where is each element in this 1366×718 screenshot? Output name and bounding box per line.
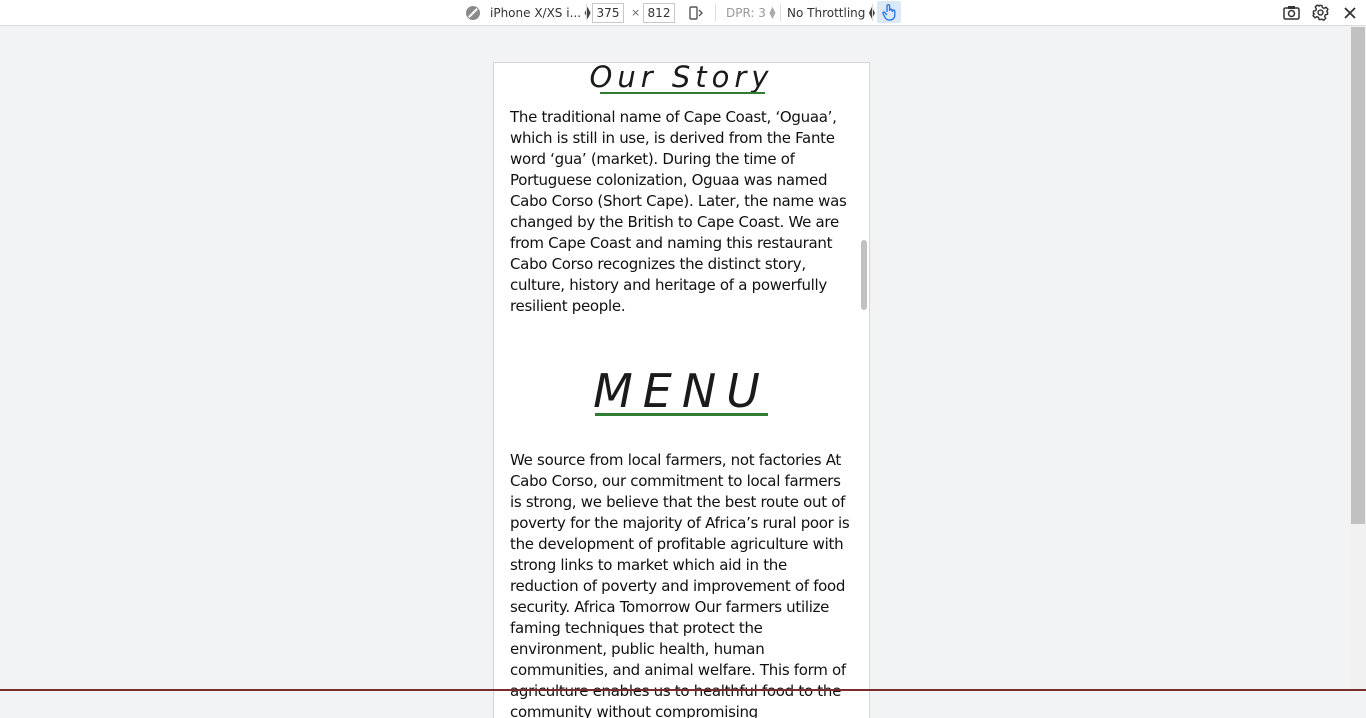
dimension-times: × [631,0,640,25]
device-select[interactable]: iPhone X/XS i... ▲ ▼ [490,0,591,25]
throttle-select[interactable]: No Throttling ▲▼ [787,0,875,25]
select-arrows-icon: ▲▼ [769,4,776,20]
no-sign-icon [466,0,480,25]
height-value: 812 [643,2,675,23]
device-toolbar: iPhone X/XS i... ▲ ▼ 375 × 812 DPR: 3 ▲ ▼ … [0,0,1366,26]
toolbar-divider [872,4,873,21]
touch-icon[interactable] [877,1,901,23]
height-input[interactable]: 812 [643,0,675,25]
width-input[interactable]: 375 [592,0,624,25]
toolbar-divider [780,4,781,21]
screenshot-icon[interactable] [1283,0,1300,25]
dpr-select[interactable]: DPR: 3 ▲ ▼ [726,0,776,25]
close-icon[interactable] [1343,0,1357,25]
story-paragraph: The traditional name of Cape Coast, ‘Ogu… [510,108,847,315]
device-frame[interactable]: Our Story The traditional name of Cape C… [493,62,870,718]
throttle-label: No Throttling [787,5,866,20]
rotate-icon[interactable] [688,0,704,25]
page-scrollbar-thumb[interactable] [1351,27,1365,524]
device-select-label: iPhone X/XS i... [490,5,582,20]
menu-paragraph: We source from local farmers, not factor… [510,451,850,718]
emulation-viewport: Our Story The traditional name of Cape C… [0,26,1350,718]
width-value: 375 [592,2,624,23]
toolbar-divider [586,4,587,21]
toolbar-divider [715,4,716,21]
settings-gear-icon[interactable] [1312,0,1329,25]
times-sign: × [631,6,641,19]
menu-heading: MENU [593,364,770,418]
dpr-label: DPR: 3 [726,5,766,20]
story-heading-underline [600,92,765,94]
menu-heading-underline [595,413,768,416]
device-scrollbar-thumb[interactable] [861,240,867,310]
